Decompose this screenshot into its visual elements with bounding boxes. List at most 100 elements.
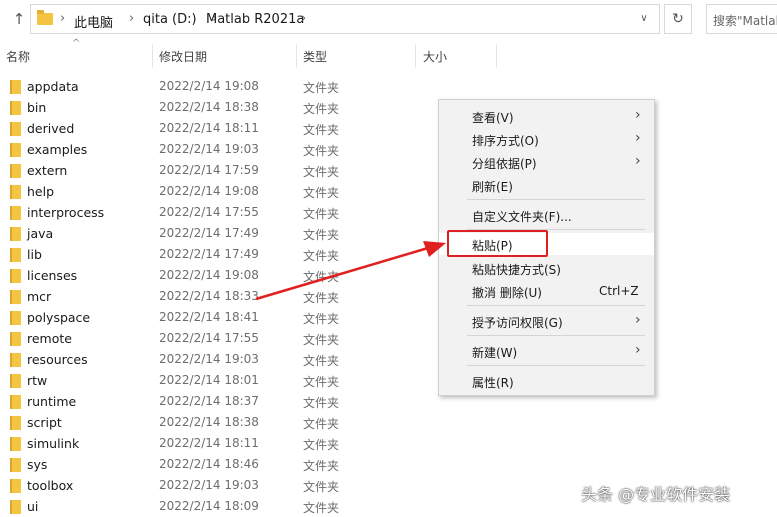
file-row[interactable]: appdata 2022/2/14 19:08 文件夹 xyxy=(0,76,430,97)
file-type: 文件夹 xyxy=(303,396,340,410)
column-divider[interactable] xyxy=(296,44,297,68)
file-name: derived xyxy=(27,121,75,136)
breadcrumb-this-pc[interactable]: 此电脑 xyxy=(74,12,113,31)
menu-separator xyxy=(467,199,645,200)
file-row[interactable]: script 2022/2/14 18:38 文件夹 xyxy=(0,412,430,433)
file-type: 文件夹 xyxy=(303,438,340,452)
file-type: 文件夹 xyxy=(303,102,340,116)
file-name: mcr xyxy=(27,289,52,304)
file-date: 2022/2/14 18:11 xyxy=(159,121,259,135)
menu-item-undo-delete[interactable]: 撤消 删除(U) Ctrl+Z xyxy=(439,280,654,302)
menu-item-label: 自定义文件夹(F)... xyxy=(472,210,572,224)
folder-icon xyxy=(10,437,21,451)
file-name: simulink xyxy=(27,436,80,451)
file-row[interactable]: licenses 2022/2/14 19:08 文件夹 xyxy=(0,265,430,286)
menu-item-group[interactable]: 分组依据(P) › xyxy=(439,151,654,173)
file-type: 文件夹 xyxy=(303,207,340,221)
chevron-right-icon: › xyxy=(635,153,641,169)
column-header-size[interactable]: 大小 xyxy=(423,48,447,65)
column-divider[interactable] xyxy=(496,44,497,68)
chevron-right-icon: › xyxy=(635,312,641,328)
menu-item-view[interactable]: 查看(V) › xyxy=(439,105,654,127)
folder-icon xyxy=(10,332,21,346)
file-date: 2022/2/14 19:03 xyxy=(159,352,259,366)
folder-icon xyxy=(10,206,21,220)
file-row[interactable]: java 2022/2/14 17:49 文件夹 xyxy=(0,223,430,244)
address-bar-area: ↑ › 此电脑 › qita (D:) › Matlab R2021a › ∨ … xyxy=(0,0,777,40)
menu-item-sort[interactable]: 排序方式(O) › xyxy=(439,128,654,150)
column-header-date[interactable]: 修改日期 xyxy=(159,48,207,65)
menu-item-grant-access[interactable]: 授予访问权限(G) › xyxy=(439,310,654,332)
file-type: 文件夹 xyxy=(303,480,340,494)
menu-item-properties[interactable]: 属性(R) xyxy=(439,370,654,392)
menu-item-refresh[interactable]: 刷新(E) xyxy=(439,174,654,196)
column-divider[interactable] xyxy=(415,44,416,68)
file-row[interactable]: bin 2022/2/14 18:38 文件夹 xyxy=(0,97,430,118)
column-divider[interactable] xyxy=(152,44,153,68)
file-row[interactable]: extern 2022/2/14 17:59 文件夹 xyxy=(0,160,430,181)
file-date: 2022/2/14 18:38 xyxy=(159,415,259,429)
folder-icon xyxy=(10,143,21,157)
file-row[interactable]: polyspace 2022/2/14 18:41 文件夹 xyxy=(0,307,430,328)
file-row[interactable]: help 2022/2/14 19:08 文件夹 xyxy=(0,181,430,202)
folder-icon xyxy=(37,10,53,25)
file-row[interactable]: toolbox 2022/2/14 19:03 文件夹 xyxy=(0,475,430,496)
folder-icon xyxy=(10,395,21,409)
file-row[interactable]: mcr 2022/2/14 18:33 文件夹 xyxy=(0,286,430,307)
menu-item-label: 刷新(E) xyxy=(472,180,513,194)
chevron-right-icon[interactable]: › xyxy=(129,11,134,26)
address-box[interactable]: › 此电脑 › qita (D:) › Matlab R2021a › xyxy=(30,4,660,34)
file-row[interactable]: examples 2022/2/14 19:03 文件夹 xyxy=(0,139,430,160)
arrow-up-icon[interactable]: ↑ xyxy=(10,10,28,28)
folder-icon xyxy=(10,311,21,325)
file-date: 2022/2/14 18:01 xyxy=(159,373,259,387)
chevron-right-icon[interactable]: › xyxy=(60,11,65,26)
file-date: 2022/2/14 19:03 xyxy=(159,478,259,492)
file-name: java xyxy=(27,226,54,241)
breadcrumb-matlab[interactable]: Matlab R2021a xyxy=(206,12,304,27)
file-name: remote xyxy=(27,331,72,346)
menu-item-shortcut: Ctrl+Z xyxy=(599,284,639,298)
file-date: 2022/2/14 17:55 xyxy=(159,331,259,345)
folder-icon xyxy=(10,101,21,115)
column-header-name[interactable]: 名称 xyxy=(6,48,30,65)
menu-item-label: 新建(W) xyxy=(472,346,518,360)
file-name: sys xyxy=(27,457,48,472)
file-row[interactable]: runtime 2022/2/14 18:37 文件夹 xyxy=(0,391,430,412)
file-row[interactable]: remote 2022/2/14 17:55 文件夹 xyxy=(0,328,430,349)
menu-item-paste-shortcut[interactable]: 粘贴快捷方式(S) xyxy=(439,257,654,279)
file-date: 2022/2/14 17:49 xyxy=(159,247,259,261)
search-input[interactable]: 搜索"Matlab R2021a" xyxy=(706,4,777,34)
file-row[interactable]: resources 2022/2/14 19:03 文件夹 xyxy=(0,349,430,370)
column-header-type[interactable]: 类型 xyxy=(303,48,327,65)
folder-icon xyxy=(10,227,21,241)
chevron-right-icon: › xyxy=(635,342,641,358)
menu-item-label: 撤消 删除(U) xyxy=(472,286,542,300)
file-row[interactable]: interprocess 2022/2/14 17:55 文件夹 xyxy=(0,202,430,223)
file-name: examples xyxy=(27,142,88,157)
file-name: toolbox xyxy=(27,478,74,493)
file-row[interactable]: rtw 2022/2/14 18:01 文件夹 xyxy=(0,370,430,391)
menu-separator xyxy=(467,365,645,366)
file-row[interactable]: simulink 2022/2/14 18:11 文件夹 xyxy=(0,433,430,454)
file-date: 2022/2/14 18:46 xyxy=(159,457,259,471)
menu-item-new[interactable]: 新建(W) › xyxy=(439,340,654,362)
file-date: 2022/2/14 17:55 xyxy=(159,205,259,219)
file-name: help xyxy=(27,184,55,199)
chevron-right-icon[interactable]: › xyxy=(301,11,306,26)
file-row[interactable]: ui 2022/2/14 18:09 文件夹 xyxy=(0,496,430,517)
menu-item-customize-folder[interactable]: 自定义文件夹(F)... xyxy=(439,204,654,226)
file-type: 文件夹 xyxy=(303,249,340,263)
file-type: 文件夹 xyxy=(303,165,340,179)
file-row[interactable]: derived 2022/2/14 18:11 文件夹 xyxy=(0,118,430,139)
file-type: 文件夹 xyxy=(303,291,340,305)
file-row[interactable]: lib 2022/2/14 17:49 文件夹 xyxy=(0,244,430,265)
file-row[interactable]: sys 2022/2/14 18:46 文件夹 xyxy=(0,454,430,475)
folder-icon xyxy=(10,164,21,178)
chevron-down-icon[interactable]: ∨ xyxy=(633,4,655,34)
breadcrumb-drive[interactable]: qita (D:) xyxy=(143,12,197,27)
refresh-icon[interactable]: ↻ xyxy=(664,4,692,34)
folder-icon xyxy=(10,80,21,94)
file-name: resources xyxy=(27,352,88,367)
file-type: 文件夹 xyxy=(303,186,340,200)
